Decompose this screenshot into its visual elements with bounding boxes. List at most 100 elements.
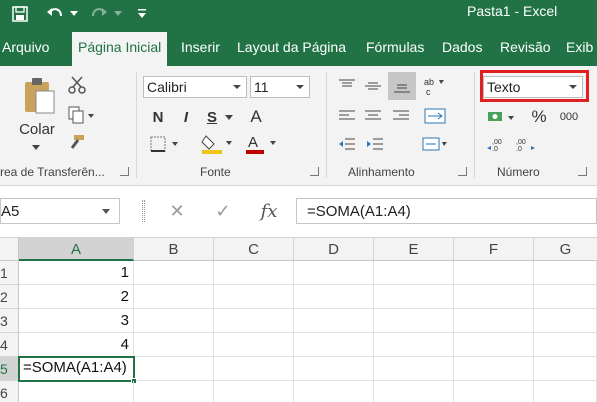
tab-exibir[interactable]: Exib <box>566 39 593 55</box>
align-bottom-icon[interactable] <box>388 72 416 100</box>
cell-a1[interactable]: 1 <box>19 261 134 285</box>
cell-c1[interactable] <box>214 261 294 285</box>
cell-e3[interactable] <box>374 309 454 333</box>
customize-qat-icon[interactable] <box>136 4 148 24</box>
column-header-f[interactable]: F <box>454 238 534 261</box>
thousands-separator-button[interactable]: 000 <box>556 106 582 128</box>
cell-d6[interactable] <box>294 381 374 402</box>
align-middle-icon[interactable] <box>362 74 384 98</box>
cell-d2[interactable] <box>294 285 374 309</box>
cell-a5[interactable]: =SOMA(A1:A4) <box>18 356 135 382</box>
cell-d3[interactable] <box>294 309 374 333</box>
row-header-4[interactable]: 4 <box>0 333 19 357</box>
font-color-icon[interactable]: A <box>242 132 280 156</box>
cell-a4[interactable]: 4 <box>19 333 134 357</box>
column-header-e[interactable]: E <box>374 238 454 261</box>
formula-bar-splitter[interactable] <box>142 200 145 222</box>
column-header-g[interactable]: G <box>534 238 597 261</box>
cell-c3[interactable] <box>214 309 294 333</box>
format-painter-icon[interactable] <box>66 132 88 154</box>
row-header-5[interactable]: 5 <box>0 357 19 381</box>
cell-b1[interactable] <box>134 261 214 285</box>
underline-dropdown-icon[interactable] <box>222 106 236 128</box>
cell-c2[interactable] <box>214 285 294 309</box>
undo-icon[interactable] <box>44 4 66 24</box>
enter-icon[interactable]: ✓ <box>212 200 234 222</box>
align-center-icon[interactable] <box>362 106 384 126</box>
font-name-select[interactable]: Calibri <box>143 76 247 98</box>
tab-inserir[interactable]: Inserir <box>181 39 220 55</box>
row-header-1[interactable]: 1 <box>0 261 19 285</box>
cell-g5[interactable] <box>534 357 597 381</box>
cell-c5[interactable] <box>214 357 294 381</box>
cancel-icon[interactable]: ✕ <box>166 200 188 222</box>
cell-a6[interactable] <box>19 381 134 402</box>
redo-icon[interactable] <box>88 4 110 24</box>
column-header-c[interactable]: C <box>214 238 294 261</box>
insert-function-icon[interactable]: fx <box>256 199 282 223</box>
align-right-icon[interactable] <box>390 106 412 126</box>
decrease-indent-icon[interactable] <box>336 134 358 154</box>
formula-input[interactable]: =SOMA(A1:A4) <box>296 198 597 224</box>
number-dialog-launcher-icon[interactable] <box>578 167 587 176</box>
cell-f3[interactable] <box>454 309 534 333</box>
increase-decimal-icon[interactable]: ,00,0 <box>484 134 510 154</box>
undo-dropdown-icon[interactable] <box>68 4 80 24</box>
name-box[interactable]: A5 <box>0 198 120 224</box>
cell-f4[interactable] <box>454 333 534 357</box>
tab-formulas[interactable]: Fórmulas <box>366 39 424 55</box>
save-icon[interactable] <box>10 4 30 24</box>
tab-layout-da-pagina[interactable]: Layout da Página <box>237 39 346 55</box>
align-left-icon[interactable] <box>336 106 358 126</box>
column-header-a[interactable]: A <box>19 238 134 261</box>
cell-e2[interactable] <box>374 285 454 309</box>
cell-a2[interactable]: 2 <box>19 285 134 309</box>
fill-color-icon[interactable] <box>198 132 236 156</box>
paste-icon[interactable] <box>20 76 58 116</box>
cell-c6[interactable] <box>214 381 294 402</box>
tab-dados[interactable]: Dados <box>442 39 482 55</box>
underline-button[interactable]: S <box>202 106 222 128</box>
cell-b2[interactable] <box>134 285 214 309</box>
percent-button[interactable]: % <box>528 106 550 128</box>
tab-revisao[interactable]: Revisão <box>500 39 551 55</box>
cell-g2[interactable] <box>534 285 597 309</box>
cell-d1[interactable] <box>294 261 374 285</box>
tab-pagina-inicial[interactable]: Página Inicial <box>72 32 168 66</box>
column-header-b[interactable]: B <box>134 238 214 261</box>
copy-icon[interactable] <box>66 104 98 126</box>
cell-e5[interactable] <box>374 357 454 381</box>
bold-button[interactable]: N <box>148 106 168 128</box>
cell-f1[interactable] <box>454 261 534 285</box>
cell-g4[interactable] <box>534 333 597 357</box>
row-header-3[interactable]: 3 <box>0 309 19 333</box>
cell-f6[interactable] <box>454 381 534 402</box>
text-orientation-icon[interactable]: ab c <box>422 74 446 98</box>
cell-g6[interactable] <box>534 381 597 402</box>
increase-indent-icon[interactable] <box>364 134 386 154</box>
decrease-decimal-icon[interactable]: ,00,0 <box>512 134 538 154</box>
cell-f2[interactable] <box>454 285 534 309</box>
italic-button[interactable]: I <box>176 106 196 128</box>
cell-g1[interactable] <box>534 261 597 285</box>
merge-center-icon[interactable] <box>420 134 450 154</box>
paste-button[interactable]: Colar <box>18 120 56 138</box>
cell-e6[interactable] <box>374 381 454 402</box>
align-top-icon[interactable] <box>336 74 358 98</box>
cell-e1[interactable] <box>374 261 454 285</box>
cell-d5[interactable] <box>294 357 374 381</box>
cell-d4[interactable] <box>294 333 374 357</box>
cell-b5[interactable] <box>134 357 214 381</box>
select-all-corner[interactable] <box>0 238 19 261</box>
cell-e4[interactable] <box>374 333 454 357</box>
font-dialog-launcher-icon[interactable] <box>310 167 319 176</box>
alignment-dialog-launcher-icon[interactable] <box>458 167 467 176</box>
cell-b6[interactable] <box>134 381 214 402</box>
cell-b4[interactable] <box>134 333 214 357</box>
column-header-d[interactable]: D <box>294 238 374 261</box>
row-header-6[interactable]: 6 <box>0 381 19 402</box>
cell-f5[interactable] <box>454 357 534 381</box>
font-size-select[interactable]: 11 <box>250 76 310 98</box>
borders-icon[interactable] <box>148 134 182 154</box>
cell-c4[interactable] <box>214 333 294 357</box>
